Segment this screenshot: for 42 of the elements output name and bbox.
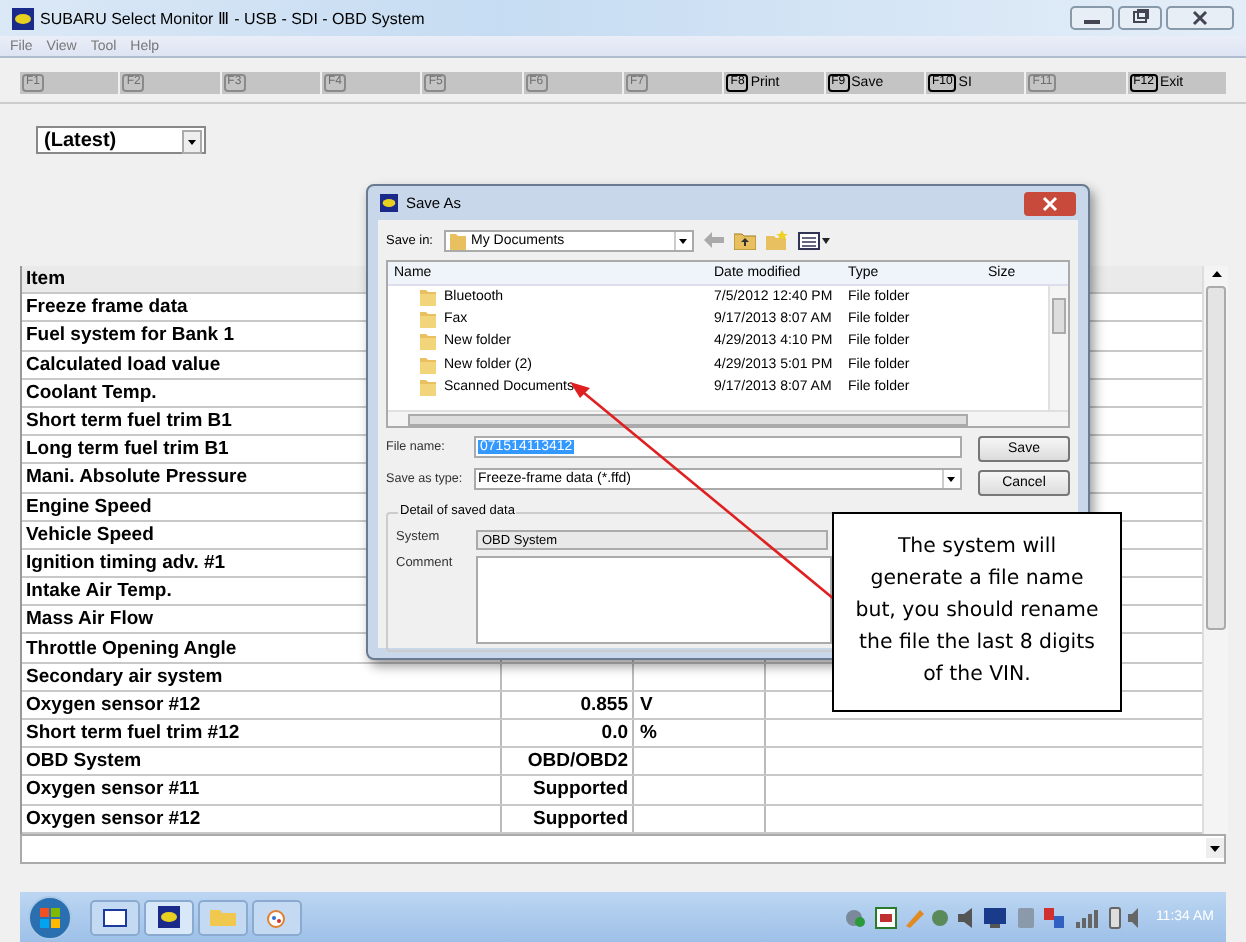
- close-icon[interactable]: [1024, 191, 1076, 215]
- app-icon: [12, 7, 34, 29]
- folder-icon: [449, 231, 465, 249]
- table-cell: Oxygen sensor #11: [22, 776, 502, 804]
- comment-field[interactable]: [476, 556, 832, 644]
- history-dropdown[interactable]: (Latest): [36, 126, 206, 154]
- folder-icon: [420, 332, 436, 351]
- scrollbar[interactable]: [388, 410, 1068, 426]
- table-cell: 0.855: [580, 693, 628, 716]
- window-title: SUBARU Select Monitor Ⅲ - USB - SDI - OBD System: [40, 9, 425, 27]
- folder-icon: [420, 377, 436, 396]
- scroll-up-icon[interactable]: [1207, 266, 1225, 282]
- table-cell: OBD/OBD2: [527, 750, 628, 773]
- table-cell: Oxygen sensor #12: [22, 805, 502, 832]
- table-cell: V: [640, 693, 653, 716]
- table-cell: Secondary air system: [22, 663, 502, 690]
- taskbar-app-icon[interactable]: [144, 899, 194, 935]
- taskbar-window-icon[interactable]: [90, 899, 140, 935]
- start-button[interactable]: [26, 895, 74, 939]
- view-menu-icon[interactable]: [797, 231, 829, 249]
- close-icon[interactable]: [1166, 6, 1234, 30]
- folder-icon: [420, 310, 436, 329]
- dropdown-arrow-icon[interactable]: [673, 231, 689, 249]
- table-cell: Supported: [533, 807, 628, 830]
- tray-icons-drawing[interactable]: [843, 905, 1144, 929]
- folder-icon: [420, 288, 436, 307]
- restore-icon[interactable]: [1118, 6, 1162, 30]
- table-cell: Supported: [533, 778, 628, 801]
- app-icon: [380, 194, 398, 212]
- scrollbar[interactable]: [1202, 266, 1228, 834]
- dropdown-arrow-icon[interactable]: [942, 470, 958, 488]
- table-cell: Oxygen sensor #12: [22, 691, 502, 718]
- up-folder-icon[interactable]: [733, 230, 755, 250]
- folder-icon: [420, 355, 436, 374]
- table-cell: %: [640, 722, 657, 745]
- table-cell: Short term fuel trim #12: [22, 720, 502, 747]
- scrollbar[interactable]: [1048, 286, 1068, 410]
- table-cell: OBD System: [22, 748, 502, 775]
- taskbar-paint-icon[interactable]: [252, 899, 302, 935]
- callout-note: The system will generate a file name but, you should rename the file the last 8 digits of the VIN.: [832, 512, 1122, 712]
- minimize-icon[interactable]: [1070, 6, 1114, 30]
- table-cell: 0.0: [601, 722, 628, 745]
